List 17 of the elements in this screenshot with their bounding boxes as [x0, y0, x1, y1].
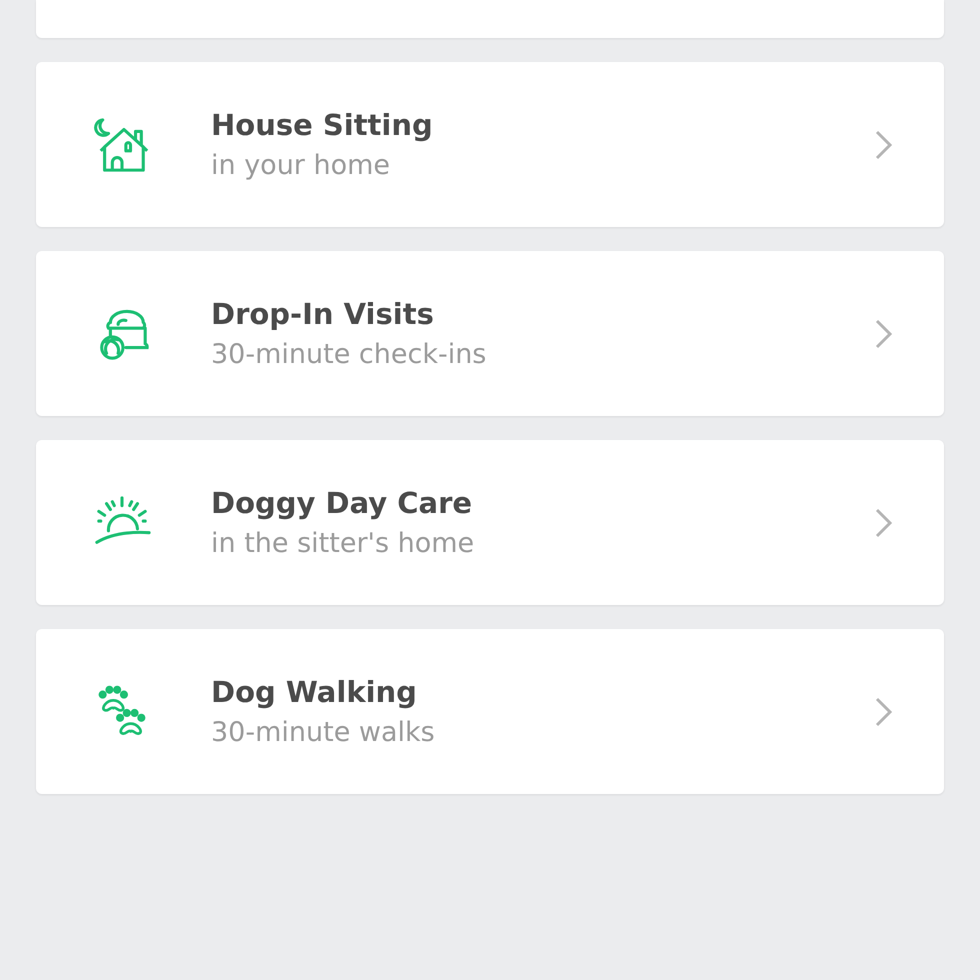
- service-title: Drop-In Visits: [211, 297, 435, 331]
- service-card[interactable]: House Sitting in your home: [36, 62, 944, 227]
- house-icon: [93, 116, 151, 174]
- chevron-right-icon: [874, 318, 894, 350]
- service-title: Doggy Day Care: [211, 486, 474, 520]
- service-title: Dog Walking: [211, 675, 418, 709]
- service-title: House Sitting: [211, 108, 434, 142]
- service-subtitle: 30-minute check-ins: [211, 339, 488, 370]
- service-card[interactable]: Dog Walking 30-minute walks: [36, 629, 944, 794]
- service-card[interactable]: Doggy Day Care in the sitter's home: [36, 440, 944, 605]
- chevron-right-icon: [874, 506, 894, 538]
- chevron-right-icon: [874, 128, 894, 160]
- service-subtitle: 30-minute walks: [211, 717, 436, 748]
- chevron-right-icon: [874, 696, 894, 728]
- service-subtitle: in the sitter's home: [211, 528, 476, 559]
- service-subtitle: in your home: [211, 150, 392, 181]
- service-card[interactable]: Drop-In Visits 30-minute check-ins: [36, 251, 944, 416]
